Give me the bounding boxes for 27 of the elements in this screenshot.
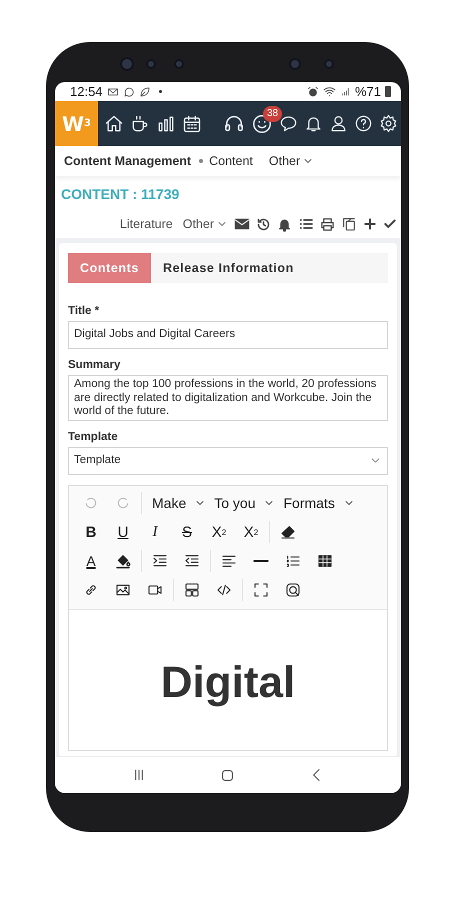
field-label: Title * xyxy=(68,305,100,317)
italic-button[interactable]: I xyxy=(139,524,171,541)
dropdown[interactable]: To you xyxy=(214,495,276,512)
editor-heading: Digital xyxy=(160,658,296,708)
text-color-button[interactable]: A xyxy=(75,553,107,570)
notification-badge: 38 xyxy=(263,106,282,122)
field-label: Summary xyxy=(68,358,122,371)
tab[interactable]: Release Information xyxy=(150,253,306,283)
clock-time: 12:54 xyxy=(70,84,103,99)
select-value: Template xyxy=(74,454,121,468)
underline-button[interactable]: U xyxy=(107,524,139,541)
title-field[interactable]: Digital Jobs and Digital Careers xyxy=(68,321,388,349)
superscript-button[interactable]: X$^{2}$ xyxy=(235,524,267,541)
template-select[interactable]: Template xyxy=(68,446,388,475)
summary-field[interactable]: Among the top 100 professions in the world, 20 professions are directly related to digitalization and Workcube. Join the world of the future. xyxy=(68,374,388,421)
other-menu[interactable]: Other xyxy=(182,217,228,231)
dropdown[interactable]: Make xyxy=(152,495,206,512)
dropdown[interactable]: Formats xyxy=(283,495,355,512)
strikethrough-button[interactable]: S xyxy=(171,524,203,541)
bold-button[interactable]: B xyxy=(75,524,107,541)
other-menu[interactable]: Other xyxy=(268,154,314,168)
literature-link[interactable]: Literature xyxy=(120,217,173,231)
breadcrumb-page[interactable]: Content xyxy=(209,154,253,168)
battery-percent: %71 xyxy=(354,84,381,99)
field-label: Template xyxy=(68,430,119,443)
breadcrumb-module[interactable]: Content Management xyxy=(64,154,192,168)
page-title: CONTENT : 11739 xyxy=(60,185,180,202)
